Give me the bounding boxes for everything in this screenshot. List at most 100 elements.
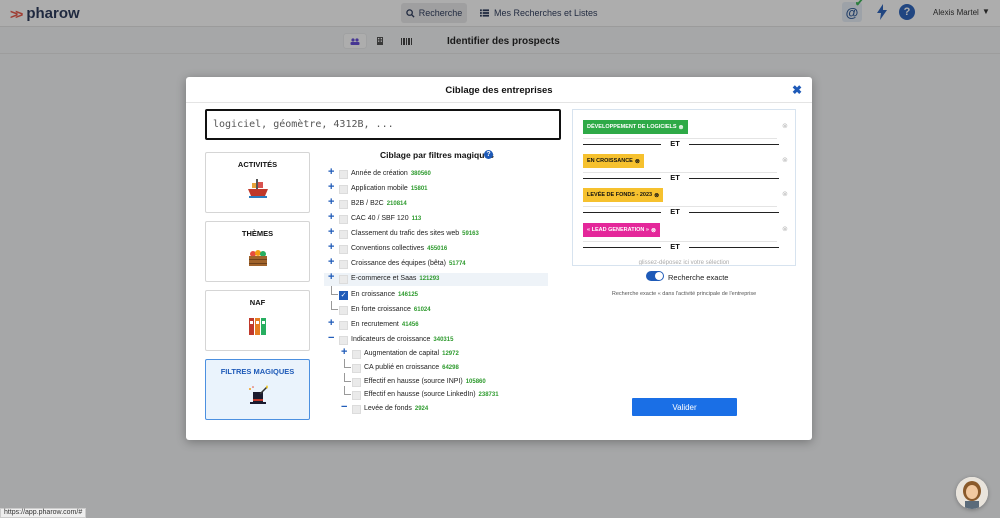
tree-item-count: 64298 — [442, 365, 459, 371]
tree-item-count: 41456 — [401, 322, 419, 328]
selection-row: DÉVELOPPEMENT DE LOGICIELS ⊗ ⊗ — [583, 117, 788, 139]
tree-item[interactable]: CA publié en croissance 64298 — [324, 359, 548, 375]
expand-icon[interactable]: + — [341, 346, 347, 358]
exact-search-toggle[interactable] — [646, 271, 664, 281]
tree-checkbox[interactable] — [339, 275, 348, 284]
tree-item[interactable]: + Classement du trafic des sites web 5916… — [324, 226, 548, 241]
tree-connector — [331, 286, 338, 295]
collapse-icon[interactable]: − — [341, 401, 347, 413]
tree-item-count: 146125 — [397, 292, 418, 298]
tree-item[interactable]: Effectif en hausse (source INPI) 105860 — [324, 373, 548, 389]
tree-checkbox[interactable] — [352, 405, 361, 414]
tree-item-label: Levée de fonds — [364, 405, 412, 412]
tree-checkbox[interactable] — [339, 336, 348, 345]
tree-item[interactable]: + En recrutement 41456 — [324, 317, 548, 332]
targeting-modal: Ciblage des entreprises ✖ ACTIVITÉS THÈM… — [186, 77, 812, 440]
tree-item[interactable]: − Indicateurs de croissance 340315 — [324, 332, 548, 347]
category-naf[interactable]: NAF — [205, 290, 310, 351]
tree-checkbox[interactable] — [339, 200, 348, 209]
support-chat-avatar[interactable] — [956, 477, 988, 509]
validate-button[interactable]: Valider — [632, 398, 737, 416]
tree-checkbox[interactable] — [339, 230, 348, 239]
expand-icon[interactable]: + — [328, 168, 334, 178]
tree-item[interactable]: En forte croissance 61024 — [324, 301, 548, 317]
tree-checkbox[interactable] — [339, 260, 348, 269]
selected-tag[interactable]: DÉVELOPPEMENT DE LOGICIELS ⊗ — [583, 120, 688, 134]
expand-icon[interactable]: + — [328, 241, 334, 253]
tree-item[interactable]: + B2B / B2C 210814 — [324, 196, 548, 211]
selection-row: LEVÉE DE FONDS - 2023 ⊗ ⊗ — [583, 185, 788, 207]
expand-icon[interactable]: + — [328, 211, 334, 223]
tree-item[interactable]: + Application mobile 15801 — [324, 181, 548, 196]
tree-item-count: 113 — [411, 216, 422, 222]
tree-item[interactable]: + Augmentation de capital 12972 — [324, 346, 548, 361]
expand-icon[interactable]: + — [328, 256, 334, 268]
tree-item[interactable]: + Croissance des équipes (bêta) 51774 — [324, 256, 548, 271]
tree-item[interactable]: ✓ En croissance 146125 — [324, 286, 548, 302]
expand-icon[interactable]: + — [328, 196, 334, 208]
tag-remove-icon[interactable]: ⊗ — [635, 158, 640, 165]
tree-item-label: Effectif en hausse (source INPI) — [364, 378, 463, 385]
status-bar-url: https://app.pharow.com/# — [0, 508, 87, 518]
drop-zone-hint: glissez-déposez ici votre sélection — [638, 260, 730, 266]
tag-label: EN CROISSANCE — [587, 158, 633, 164]
expand-icon[interactable]: + — [328, 317, 334, 329]
expand-icon[interactable]: + — [328, 226, 334, 238]
tree-checkbox[interactable] — [339, 215, 348, 224]
tree-checkbox[interactable] — [339, 170, 348, 179]
selection-panel[interactable]: DÉVELOPPEMENT DE LOGICIELS ⊗ ⊗ ET EN CROI… — [572, 109, 796, 266]
tree-checkbox[interactable] — [339, 185, 348, 194]
row-remove-icon[interactable]: ⊗ — [782, 122, 788, 130]
tree-item-label: CA publié en croissance — [364, 364, 440, 371]
tree-item-label: En croissance — [351, 291, 395, 298]
tree-checkbox[interactable] — [352, 350, 361, 359]
tree-item-label: Année de création — [351, 170, 408, 177]
category-label: ACTIVITÉS — [237, 160, 278, 169]
row-remove-icon[interactable]: ⊗ — [782, 156, 788, 164]
tree-checkbox[interactable] — [352, 391, 361, 400]
tag-remove-icon[interactable]: ⊗ — [654, 192, 659, 199]
tree-item[interactable]: + CAC 40 / SBF 120 113 — [324, 211, 548, 226]
tree-item[interactable]: − Levée de fonds 2924 — [324, 401, 548, 414]
expand-icon[interactable]: + — [328, 181, 334, 193]
category-activities[interactable]: ACTIVITÉS — [205, 152, 310, 213]
tree-item-label: Application mobile — [351, 185, 408, 192]
tree-item-count: 340315 — [433, 337, 454, 343]
row-remove-icon[interactable]: ⊗ — [782, 190, 788, 198]
tag-label: LEVÉE DE FONDS - 2023 — [587, 192, 653, 198]
selected-tag[interactable]: LEVÉE DE FONDS - 2023 ⊗ — [583, 188, 664, 202]
exact-search-hint: Recherche exacte « dans l'activité princ… — [611, 291, 757, 297]
selection-row: EN CROISSANCE ⊗ ⊗ — [583, 151, 788, 173]
tree-checkbox[interactable] — [352, 364, 361, 373]
close-icon[interactable]: ✖ — [792, 83, 802, 97]
tree-checkbox[interactable] — [339, 245, 348, 254]
row-remove-icon[interactable]: ⊗ — [782, 225, 788, 233]
collapse-icon[interactable]: − — [328, 332, 334, 344]
tree-item[interactable]: + Conventions collectives 455016 — [324, 241, 548, 256]
magic-filters-tree[interactable]: + Année de création 380560 + Application … — [324, 168, 548, 414]
category-label: THÈMES — [241, 229, 274, 238]
tree-item[interactable]: Effectif en hausse (source LinkedIn) 2387… — [324, 386, 548, 402]
crate-icon — [249, 250, 267, 266]
tree-checkbox[interactable] — [352, 378, 361, 387]
category-magic-filters[interactable]: FILTRES MAGIQUES — [205, 359, 310, 420]
tree-item-count: 2924 — [414, 406, 429, 412]
search-input[interactable] — [207, 111, 559, 138]
selection-row: « LEAD GENERATION » ⊗ ⊗ — [583, 220, 788, 242]
tree-item-highlighted[interactable]: + E-commerce et Saas 121293 — [324, 271, 548, 286]
expand-icon[interactable]: + — [328, 271, 334, 283]
category-themes[interactable]: THÈMES — [205, 221, 310, 282]
selected-tag[interactable]: EN CROISSANCE ⊗ — [583, 154, 644, 168]
search-field[interactable] — [205, 109, 561, 140]
tree-help-icon[interactable]: ? — [484, 150, 493, 159]
tree-item-label: Croissance des équipes (bêta) — [351, 260, 446, 267]
tag-remove-icon[interactable]: ⊗ — [679, 124, 684, 131]
tree-checkbox[interactable] — [339, 306, 348, 315]
selected-tag[interactable]: « LEAD GENERATION » ⊗ — [583, 223, 660, 237]
tree-checkbox[interactable] — [339, 321, 348, 330]
tag-remove-icon[interactable]: ⊗ — [651, 227, 656, 234]
tree-item-label: E-commerce et Saas — [351, 275, 417, 282]
tree-item[interactable]: + Année de création 380560 — [324, 168, 548, 181]
tree-item-count: 121293 — [419, 276, 440, 282]
tree-checkbox-checked[interactable]: ✓ — [339, 291, 348, 300]
